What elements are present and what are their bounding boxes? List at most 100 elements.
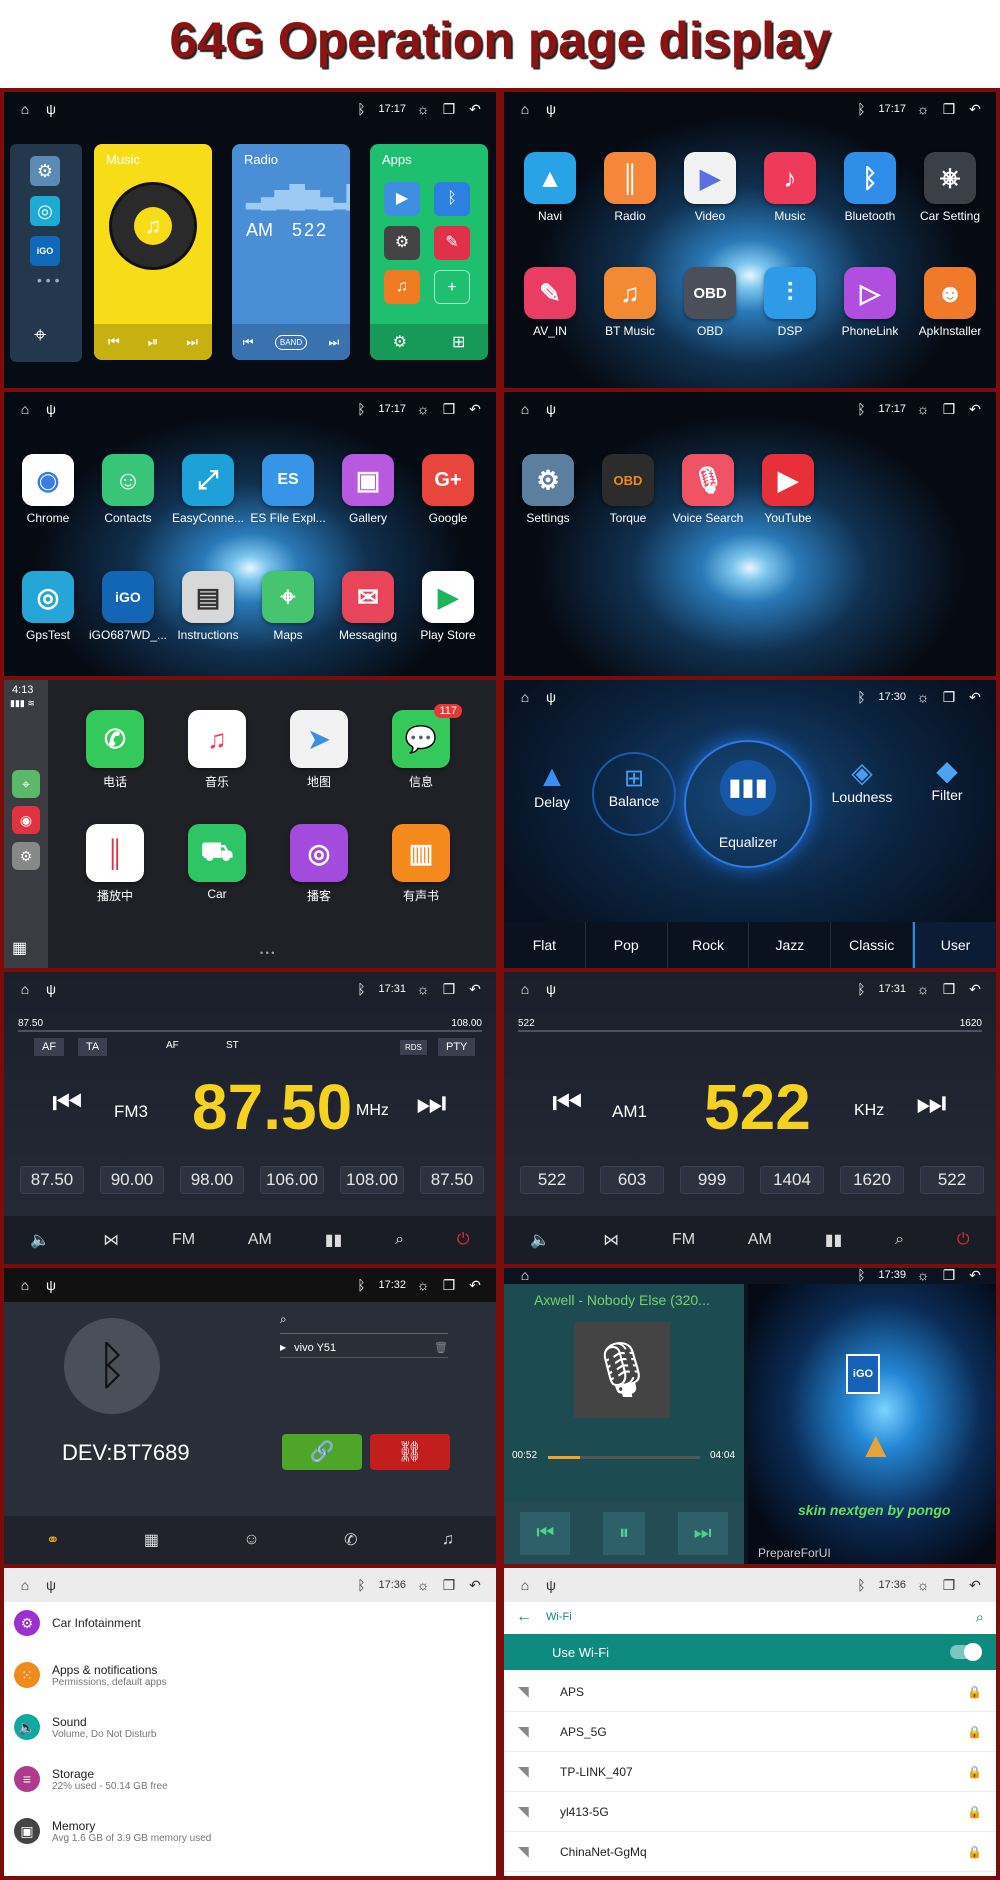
af-button[interactable]: AF <box>34 1038 65 1056</box>
app-gallery[interactable]: ▣ Gallery <box>328 454 408 525</box>
preset-3[interactable]: 98.00 <box>180 1166 244 1194</box>
pause-icon[interactable]: ⏸ <box>602 1511 645 1555</box>
home-icon[interactable]: ⌂ <box>16 1576 34 1594</box>
back-icon[interactable]: ↶ <box>966 980 984 998</box>
settings-shortcut-icon[interactable]: ⚙ <box>12 842 40 870</box>
app-contacts[interactable]: ☺ Contacts <box>88 454 168 525</box>
app-gpstest[interactable]: ◎ GpsTest <box>8 571 88 642</box>
equalizer-icon[interactable]: ▮▮ <box>825 1230 843 1250</box>
home-icon[interactable]: ⌂ <box>516 1268 534 1284</box>
music-app-icon[interactable]: ♫ <box>384 270 420 304</box>
apps-card[interactable]: Apps ▶ ᛒ ⚙ ✎ ♫ + ⚙ ⊞ <box>370 144 488 360</box>
location-icon[interactable]: ⌖ <box>34 322 46 348</box>
use-wifi-bar[interactable]: Use Wi-Fi <box>504 1634 996 1670</box>
back-icon[interactable]: ↶ <box>466 1276 484 1294</box>
pty-button[interactable]: PTY <box>438 1038 476 1056</box>
settings-item-storage[interactable]: ≡ Storage 22% used - 50.14 GB free <box>14 1766 168 1792</box>
preset-4[interactable]: 106.00 <box>260 1166 324 1194</box>
brightness-icon[interactable]: ☼ <box>414 100 432 118</box>
app-obd[interactable]: OBD OBD <box>670 267 750 338</box>
settings-app-icon[interactable]: ⚙ <box>384 226 420 260</box>
app-car-setting[interactable]: ⎈ Car Setting <box>910 152 990 223</box>
brightness-icon[interactable]: ☼ <box>414 980 432 998</box>
progress-bar[interactable] <box>548 1456 700 1459</box>
recent-apps-icon[interactable]: ❐ <box>940 688 958 706</box>
settings-icon[interactable]: ⚙ <box>393 332 407 352</box>
am-button[interactable]: AM <box>248 1231 272 1249</box>
app-easyconnection[interactable]: ⤢ EasyConne... <box>168 454 248 525</box>
music-card[interactable]: Music ♫ ⏮ ⏯ ⏭ <box>94 144 212 360</box>
brightness-icon[interactable]: ☼ <box>914 1576 932 1594</box>
seek-prev-icon[interactable]: ⏮ <box>552 1084 583 1123</box>
effect-equalizer[interactable]: ▮▮▮ Equalizer <box>684 740 812 868</box>
gps-shortcut-icon[interactable]: ◎ <box>30 196 60 226</box>
preset-pop[interactable]: Pop <box>586 922 668 968</box>
app-instructions[interactable]: ▤ Instructions <box>168 571 248 642</box>
play-pause-icon[interactable]: ⏯ <box>148 334 158 350</box>
search-icon[interactable]: ⌕ <box>976 1609 984 1626</box>
frequency-scale[interactable] <box>18 1030 482 1032</box>
effect-loudness[interactable]: ◈ Loudness <box>822 756 902 807</box>
dashboard-toggle-icon[interactable]: ▦ <box>12 938 27 958</box>
wifi-network-row[interactable]: ◥ APS 🔒 <box>504 1672 996 1712</box>
link-icon[interactable]: ⚭ <box>46 1530 59 1550</box>
app-phonelink[interactable]: ▷ PhoneLink <box>830 267 910 338</box>
brightness-icon[interactable]: ☼ <box>914 1268 932 1284</box>
call-log-icon[interactable]: ✆ <box>344 1530 357 1550</box>
disconnect-button[interactable]: ⛓ <box>370 1434 450 1470</box>
app-music[interactable]: ♪ Music <box>750 152 830 223</box>
wifi-network-row[interactable]: ◥ ChinaNet-GgMq 🔒 <box>504 1832 996 1872</box>
preset-4[interactable]: 1404 <box>760 1166 824 1194</box>
back-icon[interactable]: ↶ <box>466 400 484 418</box>
recent-apps-icon[interactable]: ❐ <box>440 400 458 418</box>
preset-flat[interactable]: Flat <box>504 922 586 968</box>
recent-apps-icon[interactable]: ❐ <box>440 1276 458 1294</box>
seek-next-icon[interactable]: ⏭ <box>916 1084 947 1123</box>
back-icon[interactable]: ↶ <box>966 688 984 706</box>
app-dsp[interactable]: ⫶ DSP <box>750 267 830 338</box>
add-icon[interactable]: + <box>434 270 470 304</box>
app-chrome[interactable]: ◉ Chrome <box>8 454 88 525</box>
preset-5[interactable]: 108.00 <box>340 1166 404 1194</box>
recent-apps-icon[interactable]: ❐ <box>440 1576 458 1594</box>
preset-user[interactable]: User <box>913 922 996 968</box>
home-icon[interactable]: ⌂ <box>16 100 34 118</box>
app-audiobooks[interactable]: ▥ 有声书 <box>370 824 472 904</box>
app-bluetooth[interactable]: ᛒ Bluetooth <box>830 152 910 223</box>
effect-balance[interactable]: ⊞ Balance <box>592 752 676 836</box>
back-icon[interactable]: ↶ <box>466 100 484 118</box>
preset-3[interactable]: 999 <box>680 1166 744 1194</box>
band-icon[interactable]: BAND <box>274 334 308 350</box>
app-es-file-explorer[interactable]: ES ES File Expl... <box>248 454 328 525</box>
app-now-playing[interactable]: ║ 播放中 <box>64 824 166 904</box>
back-icon[interactable]: ↶ <box>466 980 484 998</box>
home-icon[interactable]: ⌂ <box>516 688 534 706</box>
home-icon[interactable]: ⌂ <box>16 1276 34 1294</box>
recent-apps-icon[interactable]: ❐ <box>940 1576 958 1594</box>
app-messaging[interactable]: ✉ Messaging <box>328 571 408 642</box>
effect-filter[interactable]: ◆ Filter <box>912 754 982 805</box>
home-icon[interactable]: ⌂ <box>516 980 534 998</box>
grid-icon[interactable]: ⊞ <box>452 332 465 352</box>
am-button[interactable]: AM <box>748 1231 772 1249</box>
app-youtube[interactable]: ▶ YouTube <box>748 454 828 525</box>
device-search[interactable]: ⌕ <box>280 1312 448 1334</box>
brightness-icon[interactable]: ☼ <box>414 1576 432 1594</box>
settings-shortcut-icon[interactable]: ⚙ <box>30 156 60 186</box>
app-car[interactable]: ⛟ Car <box>166 824 268 904</box>
fm-button[interactable]: FM <box>672 1231 695 1249</box>
stereo-icon[interactable]: ⋈ <box>103 1230 119 1250</box>
maps-shortcut-icon[interactable]: ⌖ <box>12 770 40 798</box>
app-bt-music[interactable]: ♫ BT Music <box>590 267 670 338</box>
preset-1[interactable]: 522 <box>520 1166 584 1194</box>
contacts-icon[interactable]: ☺ <box>243 1531 259 1549</box>
dialpad-icon[interactable]: ▦ <box>144 1530 159 1550</box>
brightness-icon[interactable]: ☼ <box>914 400 932 418</box>
preset-classic[interactable]: Classic <box>831 922 914 968</box>
brightness-icon[interactable]: ☼ <box>914 980 932 998</box>
app-torque[interactable]: OBD Torque <box>588 454 668 525</box>
video-icon[interactable]: ▶ <box>384 182 420 216</box>
app-phone[interactable]: ✆ 电话 <box>64 710 166 790</box>
wifi-network-row[interactable]: ◥ yl413-5G 🔒 <box>504 1792 996 1832</box>
brightness-icon[interactable]: ☼ <box>414 400 432 418</box>
